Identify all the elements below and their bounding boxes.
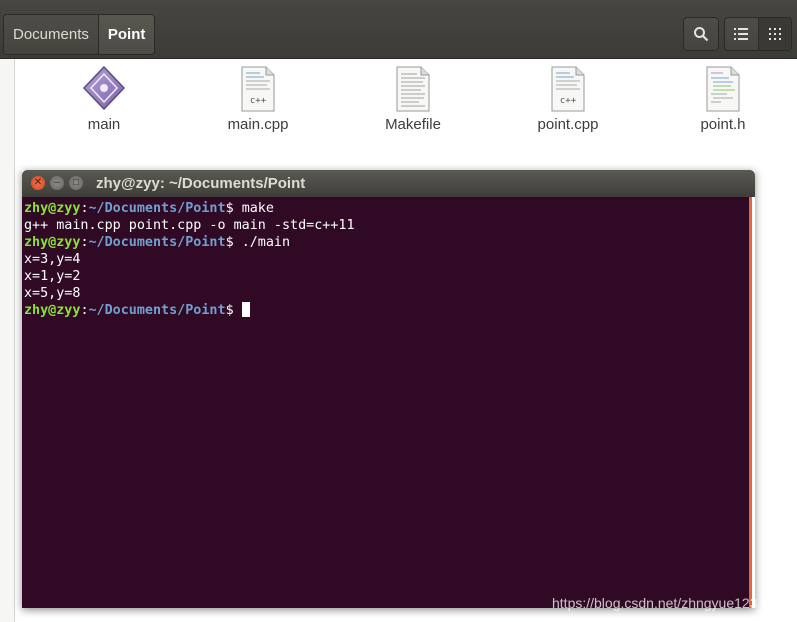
file-item-main[interactable]: main	[49, 64, 159, 133]
close-icon: ✕	[33, 177, 43, 188]
prompt-symbol: $	[225, 235, 242, 250]
minimize-icon: –	[54, 177, 60, 188]
header-bar: Documents Point	[0, 0, 797, 59]
cpp-badge: c++	[560, 96, 577, 106]
cpp-badge: c++	[250, 96, 267, 106]
cpp-file-icon: c++	[234, 64, 282, 114]
text-file-icon	[389, 64, 437, 114]
prompt-user: zhy@zyy	[24, 303, 81, 318]
terminal-line: x=3,y=4	[24, 252, 81, 267]
terminal-cursor	[241, 302, 250, 317]
grid-view-icon	[768, 28, 781, 40]
maximize-button[interactable]: □	[69, 176, 83, 190]
close-button[interactable]: ✕	[31, 176, 45, 190]
search-button[interactable]	[683, 17, 719, 51]
file-name: point.h	[700, 116, 746, 133]
prompt-path: ~/Documents/Point	[88, 201, 226, 216]
terminal-line: x=5,y=8	[24, 286, 81, 301]
terminal-line: g++ main.cpp point.cpp -o main -std=c++1…	[24, 218, 355, 233]
list-view-icon	[734, 28, 749, 40]
terminal-line: x=1,y=2	[24, 269, 81, 284]
prompt-colon: :	[80, 201, 89, 216]
breadcrumb-point[interactable]: Point	[98, 15, 155, 54]
terminal-line: zhy@zyy:~/Documents/Point$	[24, 302, 749, 319]
terminal-titlebar[interactable]: ✕ – □ zhy@zyy: ~/Documents/Point	[22, 170, 755, 197]
header-file-icon	[699, 64, 747, 114]
file-name: Makefile	[385, 116, 441, 133]
file-name: main.cpp	[227, 116, 289, 133]
command-text: ./main	[241, 235, 291, 250]
file-item-point-cpp[interactable]: c++ point.cpp	[513, 64, 623, 133]
prompt-user: zhy@zyy	[24, 235, 81, 250]
file-item-main-cpp[interactable]: c++ main.cpp	[203, 64, 313, 133]
executable-icon	[80, 64, 128, 114]
maximize-icon: □	[72, 177, 80, 188]
breadcrumb: Documents Point	[3, 14, 156, 55]
prompt-path: ~/Documents/Point	[88, 235, 226, 250]
prompt-symbol: $	[225, 201, 242, 216]
command-text: make	[241, 201, 274, 216]
breadcrumb-documents[interactable]: Documents	[4, 15, 99, 54]
watermark: https://blog.csdn.net/zhngyue123	[552, 595, 758, 611]
file-name: main	[87, 116, 121, 133]
prompt-path: ~/Documents/Point	[88, 303, 226, 318]
minimize-button[interactable]: –	[50, 176, 64, 190]
sidebar-edge	[0, 59, 15, 622]
file-name: point.cpp	[537, 116, 599, 133]
prompt-user: zhy@zyy	[24, 201, 81, 216]
list-view-button[interactable]	[725, 18, 759, 50]
cpp-file-icon: c++	[544, 64, 592, 114]
grid-view-button[interactable]	[758, 18, 791, 50]
file-item-point-h[interactable]: point.h	[668, 64, 778, 133]
view-toggle	[724, 17, 792, 51]
prompt-colon: :	[80, 303, 89, 318]
terminal-title: zhy@zyy: ~/Documents/Point	[96, 175, 306, 192]
terminal-line: zhy@zyy:~/Documents/Point$ make	[24, 200, 749, 217]
terminal-output[interactable]: zhy@zyy:~/Documents/Point$ make g++ main…	[22, 197, 752, 608]
terminal-window[interactable]: ✕ – □ zhy@zyy: ~/Documents/Point zhy@zyy…	[22, 170, 755, 608]
prompt-symbol: $	[225, 303, 242, 318]
file-item-makefile[interactable]: Makefile	[358, 64, 468, 133]
prompt-colon: :	[80, 235, 89, 250]
search-icon	[694, 27, 709, 42]
terminal-line: zhy@zyy:~/Documents/Point$ ./main	[24, 234, 749, 251]
